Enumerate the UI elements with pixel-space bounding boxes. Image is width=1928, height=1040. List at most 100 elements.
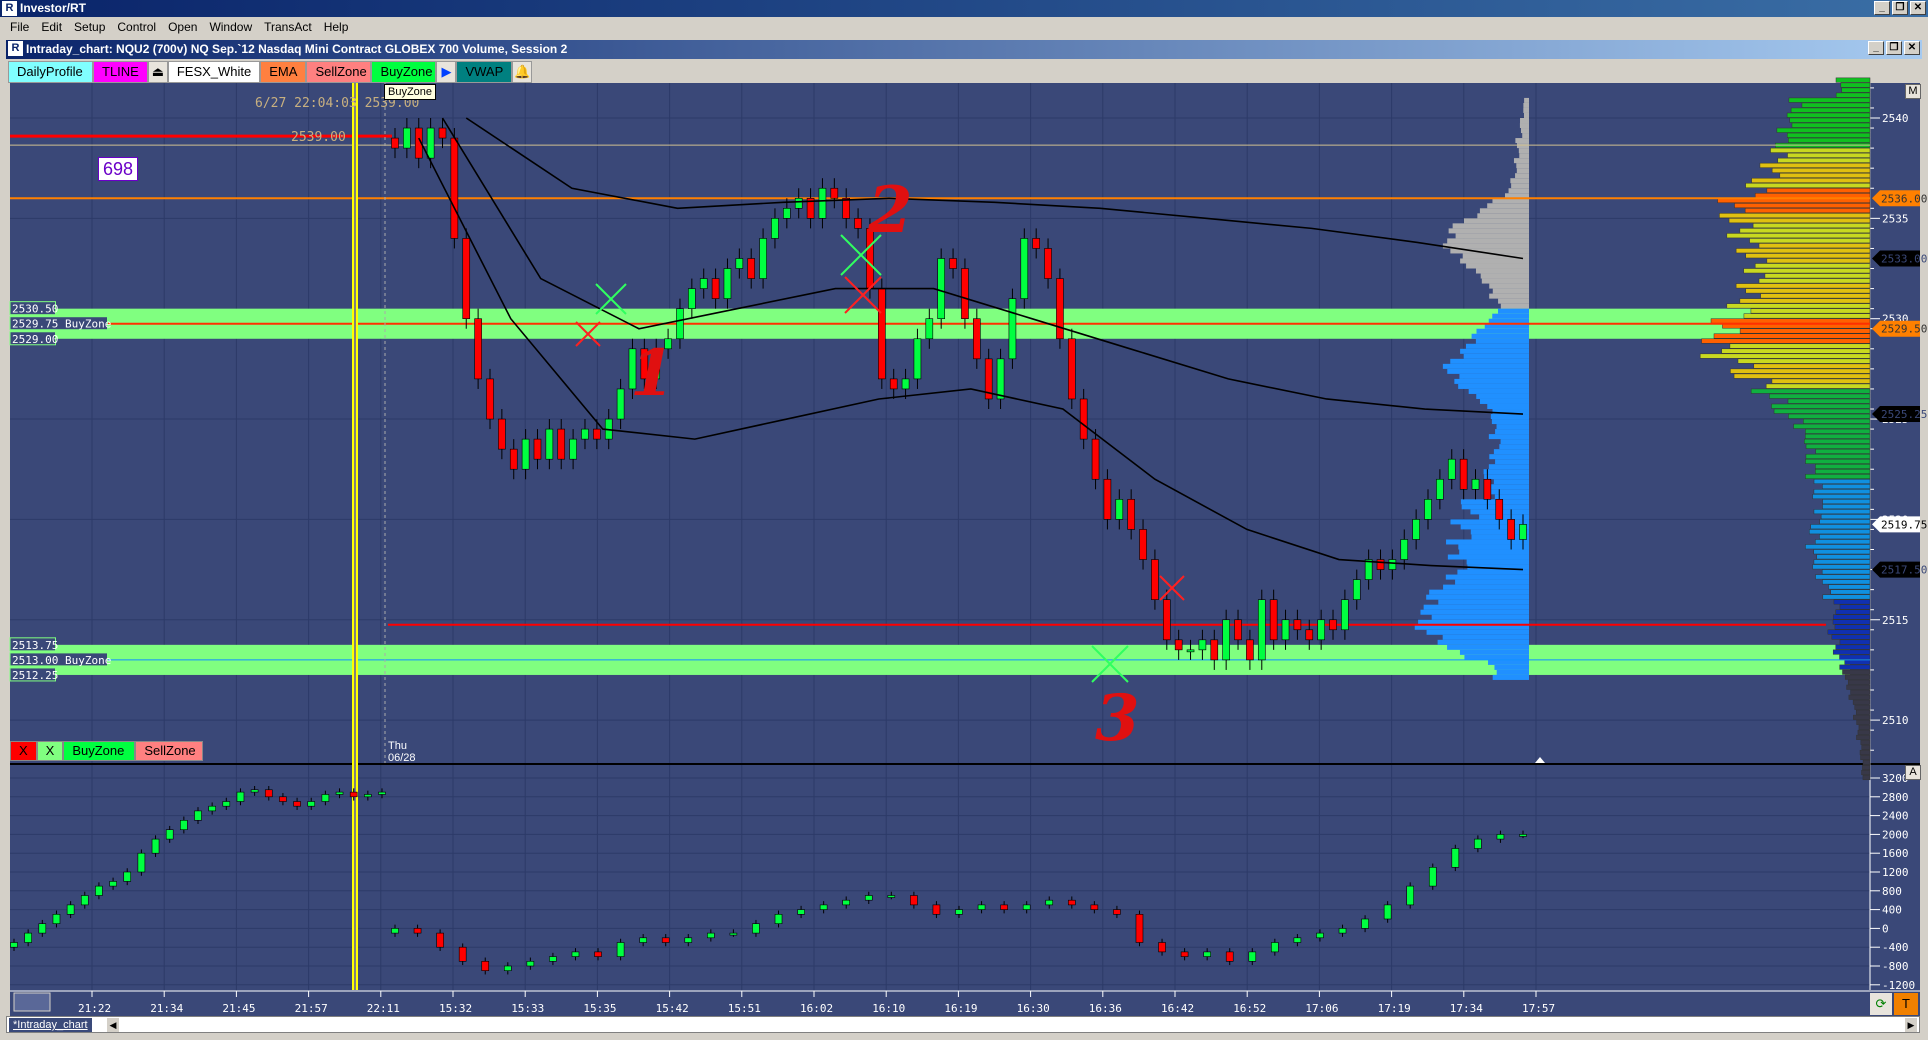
candle-down [1234, 619, 1242, 641]
lower-candle-up [95, 885, 103, 896]
candle-up [1400, 539, 1409, 560]
daily-profile-bar [1765, 383, 1871, 389]
toolbar-sellzone-button[interactable]: SellZone [306, 61, 372, 83]
zone-delete-green-button[interactable]: X [36, 741, 64, 761]
tab-intraday-chart[interactable]: *Intraday_chart [9, 1018, 92, 1032]
lower-axis-label: 0 [1882, 922, 1889, 935]
daily-profile-bar [1832, 614, 1871, 620]
lower-candle-up [864, 895, 873, 901]
candle-down [1459, 458, 1468, 490]
daily-profile-bar [1815, 468, 1871, 474]
zone-price-label: 2512.25 [12, 669, 58, 682]
session-profile-bar [1460, 258, 1529, 264]
daily-profile-bar [1776, 127, 1871, 133]
candle-up [1281, 619, 1290, 641]
play-icon[interactable]: ▶ [436, 61, 457, 83]
lower-axis-label: 400 [1882, 904, 1902, 917]
daily-profile-bar [1734, 203, 1871, 209]
session-profile-bar [1450, 358, 1529, 364]
toolbar-vwap-button[interactable]: VWAP [456, 61, 513, 83]
zone-toolbar: X X BuyZone SellZone [10, 741, 204, 761]
candle-up [521, 438, 530, 470]
refresh-icon[interactable]: ⟳ [1870, 993, 1892, 1015]
lower-panel [10, 765, 1870, 990]
candle-up [426, 127, 435, 159]
session-profile-bar [1452, 223, 1529, 229]
daily-profile-bar [1779, 172, 1871, 178]
session-profile-bar [1495, 429, 1529, 435]
lower-candle-up [24, 932, 32, 943]
daily-profile-bar [1822, 499, 1871, 505]
lower-candle-down [413, 928, 422, 934]
scanner-icon[interactable]: ⏏ [147, 61, 168, 83]
session-profile-bar [1442, 634, 1529, 640]
daily-profile-bar [1764, 273, 1871, 279]
session-profile-bar [1523, 107, 1529, 113]
daily-profile-bar [1771, 378, 1871, 384]
zone-delete-red-button[interactable]: X [10, 741, 37, 761]
lower-candle-down [1090, 904, 1099, 910]
candle-down [1032, 238, 1040, 249]
time-label: 15:51 [728, 1002, 761, 1015]
session-profile-bar [1476, 393, 1529, 399]
toolbar-tline-button[interactable]: TLINE [93, 61, 148, 83]
chart-canvas[interactable]: 21:22 21:34 21:45 21:57 22:11 15:32 15:33 15:35… [0, 0, 1928, 1040]
lower-candle-down [594, 951, 602, 957]
session-profile-bar [1442, 363, 1529, 369]
daily-profile-bar [1855, 709, 1871, 715]
candle-down [1376, 559, 1385, 570]
lower-candle-up [774, 913, 783, 924]
lower-candle-down [1180, 951, 1189, 957]
lower-candle-down [1225, 951, 1234, 962]
candle-up [996, 358, 1005, 400]
lower-candle-down [279, 796, 287, 802]
lower-axis-label: 2400 [1882, 810, 1909, 823]
candle-down [498, 418, 506, 450]
zone-sellzone-button[interactable]: SellZone [135, 741, 204, 761]
toolbar-ema-button[interactable]: EMA [260, 61, 307, 83]
main-scale-button[interactable]: M [1905, 84, 1921, 99]
session-profile-bar [1431, 614, 1529, 620]
session-profile-bar [1498, 308, 1529, 314]
daily-profile-bar [1831, 634, 1871, 640]
lower-candle-up [364, 794, 372, 798]
candle-down [711, 278, 720, 299]
lower-scale-button[interactable]: A [1905, 765, 1921, 780]
t-button[interactable]: T [1894, 993, 1918, 1015]
daily-profile-bar [1737, 358, 1871, 364]
tab-scroll-left[interactable]: ◀ [107, 1018, 119, 1032]
tab-scroll-right[interactable]: ▶ [1905, 1018, 1917, 1032]
lower-candle-up [1383, 904, 1392, 920]
lower-candle-up [123, 871, 132, 882]
candle-down [486, 378, 494, 420]
toolbar-buyzone-button[interactable]: BuyZone [371, 61, 437, 83]
lower-candle-up [1428, 866, 1437, 887]
candle-down [1056, 278, 1064, 340]
session-profile-bar [1443, 584, 1529, 590]
daily-profile-bar [1752, 223, 1871, 229]
session-profile-bar [1448, 228, 1529, 234]
lower-candle-up [10, 942, 18, 948]
daily-profile-bar [1839, 664, 1871, 670]
daily-profile-bar [1721, 348, 1871, 354]
daily-profile-bar [1832, 619, 1871, 625]
zone-buyzone-button[interactable]: BuyZone [63, 741, 136, 761]
lower-candle-down [910, 895, 918, 906]
toolbar-fesx-white-button[interactable]: FESX_White [167, 61, 261, 83]
alarm-bell-icon[interactable]: 🔔 [512, 61, 533, 83]
candle-down [1151, 559, 1159, 600]
daily-profile-bar [1828, 584, 1871, 590]
session-profile-bar [1445, 574, 1529, 580]
daily-profile-bar [1789, 117, 1871, 123]
session-profile-bar [1459, 549, 1529, 555]
lower-axis-label: -400 [1882, 941, 1909, 954]
daily-profile-bar [1848, 694, 1871, 700]
toolbar-dailyprofile-button[interactable]: DailyProfile [8, 61, 93, 83]
daily-profile-bar [1773, 408, 1871, 414]
candle-down [1162, 599, 1171, 641]
session-profile-bar [1518, 148, 1529, 154]
price-label: 2540 [1882, 112, 1909, 125]
daily-profile-bar [1827, 629, 1871, 635]
daily-profile-bar [1844, 659, 1871, 665]
lower-candle-up [80, 895, 89, 906]
